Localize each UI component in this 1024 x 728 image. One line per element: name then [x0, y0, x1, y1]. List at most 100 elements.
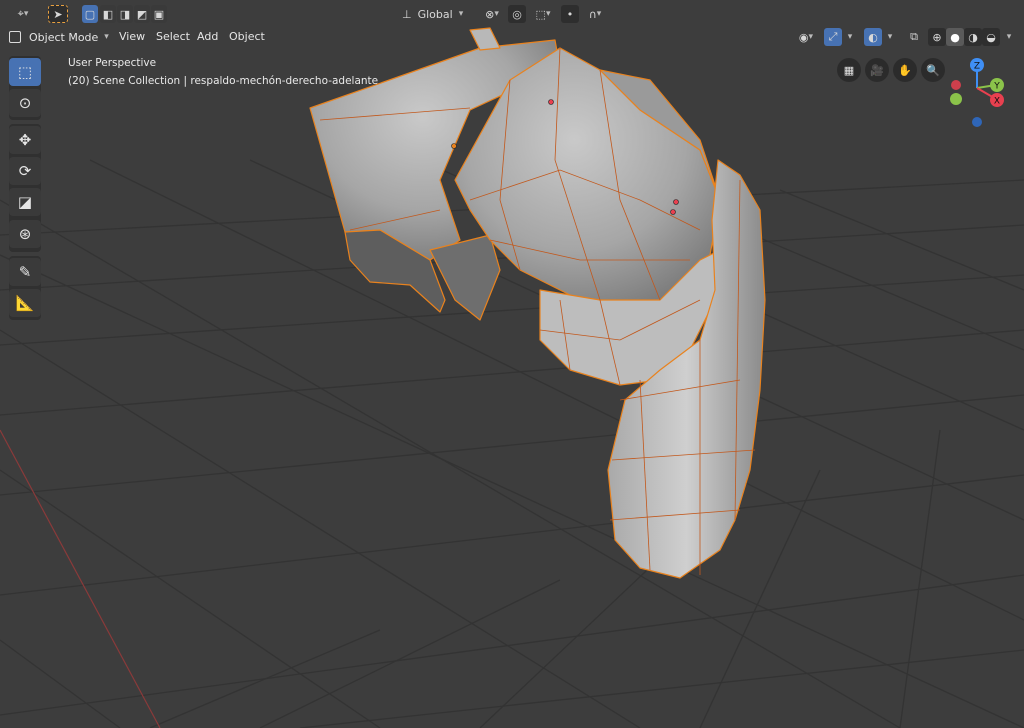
chevron-down-icon: ▾ [545, 9, 551, 19]
select-box-icon: ▢ [84, 7, 96, 21]
camera-view-button[interactable]: 🎥 [865, 58, 889, 82]
chevron-down-icon: ▾ [458, 9, 464, 19]
gizmo-z-label: Z [974, 62, 980, 72]
menu-add[interactable]: Add [197, 29, 218, 45]
menu-view[interactable]: View [119, 29, 145, 45]
gizmo-y-label: Y [993, 82, 1000, 92]
intersect-icon: ▣ [153, 7, 165, 21]
tool-annotate[interactable]: ✎ [9, 258, 41, 286]
grid-icon: ▦ [843, 63, 855, 77]
mode-label: Object Mode [29, 30, 99, 44]
tool-select-box[interactable]: ⬚ [9, 58, 41, 86]
pivot-icon: ⊗ [485, 7, 495, 21]
annotate-icon: ✎ [18, 263, 32, 281]
toggle-camera-grid-button[interactable]: ▦ [837, 58, 861, 82]
shading-material[interactable]: ◑ [964, 28, 982, 46]
overlays-icon: ◐ [868, 30, 878, 44]
chevron-down-icon: ▾ [847, 32, 853, 42]
overlays-dropdown[interactable]: ▾ [883, 28, 897, 46]
proportional-editing-toggle[interactable]: • [561, 5, 579, 23]
tool-rotate[interactable]: ⟳ [9, 157, 41, 185]
editor-type-button[interactable]: ⌖ ▾ [8, 5, 38, 23]
navigation-gizmo[interactable]: Z Y X [944, 55, 1014, 135]
chevron-down-icon: ▾ [494, 9, 499, 19]
transform-icon: ⊛ [18, 225, 32, 243]
falloff-dropdown[interactable]: ∩ ▾ [582, 5, 608, 23]
falloff-icon: ∩ [588, 7, 597, 21]
visibility-dropdown[interactable]: ◉ ▾ [792, 28, 820, 46]
invert-icon: ◩ [136, 7, 148, 21]
cursor-icon: ⊙ [18, 94, 32, 112]
chevron-down-icon: ▾ [104, 32, 109, 42]
tool-cursor[interactable]: ⊙ [9, 89, 41, 117]
zoom-view-button[interactable]: 🔍 [921, 58, 945, 82]
chevron-down-icon: ▾ [808, 32, 814, 42]
material-sphere-icon: ◑ [968, 30, 978, 44]
snap-toggle[interactable]: ◎ [508, 5, 526, 23]
subtract-icon: ◨ [119, 7, 131, 21]
mode-dropdown[interactable]: Object Mode ▾ [9, 28, 109, 46]
shading-dropdown[interactable]: ▾ [1002, 28, 1016, 46]
origin-dot [670, 209, 676, 215]
header-bar: ⌖ ▾ ➤ ▢ ◧ ◨ ◩ ▣ ⊥ Global ▾ ⊗ ▾ ◎ ⬚ ▾ • ∩ ▾ [0, 2, 1024, 26]
measure-icon: 📐 [15, 294, 35, 312]
hand-icon: ✋ [898, 63, 912, 77]
select-mode-intersect[interactable]: ▣ [151, 5, 167, 23]
tool-move[interactable]: ✥ [9, 126, 41, 154]
chevron-down-icon: ▾ [1006, 32, 1012, 42]
shading-wireframe[interactable]: ⊕ [928, 28, 946, 46]
gizmo-toggle[interactable]: ⤢ [824, 28, 842, 46]
chevron-down-icon: ▾ [887, 32, 893, 42]
view-perspective-label: User Perspective [68, 57, 157, 69]
pivot-point-dropdown[interactable]: ⊗ ▾ [478, 5, 506, 23]
viewport-3d[interactable] [0, 0, 1024, 728]
rotate-icon: ⟳ [18, 162, 32, 180]
gizmo-x-label: X [994, 97, 1000, 107]
xray-icon: ⧉ [910, 30, 918, 43]
origin-dot [673, 199, 679, 205]
proportional-icon: • [566, 7, 574, 21]
object-mode-icon [9, 31, 21, 43]
snap-icon: ◎ [512, 7, 522, 21]
gizmo-neg-y-axis[interactable] [951, 80, 961, 90]
scene-collection-label: (20) Scene Collection | respaldo-mechón-… [68, 75, 379, 87]
tweak-tool-button[interactable]: ➤ [48, 5, 68, 23]
xray-toggle[interactable]: ⧉ [905, 28, 923, 46]
snap-target-dropdown[interactable]: ⬚ ▾ [530, 5, 556, 23]
select-mode-new[interactable]: ▢ [82, 5, 98, 23]
chevron-down-icon: ▾ [23, 9, 29, 19]
tool-transform[interactable]: ⊛ [9, 220, 41, 248]
orientation-icon: ⊥ [402, 7, 412, 21]
scale-icon: ◪ [17, 193, 33, 211]
rendered-sphere-icon: ◒ [986, 30, 996, 44]
gizmo-icon: ⤢ [828, 30, 838, 43]
shading-solid[interactable]: ● [946, 28, 964, 46]
cube-icon: ⬚ [535, 7, 546, 21]
gizmo-dropdown[interactable]: ▾ [843, 28, 857, 46]
gizmo-neg-x-axis[interactable] [950, 93, 962, 105]
orientation-label: Global [417, 7, 453, 21]
tool-scale[interactable]: ◪ [9, 188, 41, 216]
select-mode-extend[interactable]: ◧ [100, 5, 116, 23]
origin-dot [451, 143, 457, 149]
menu-object[interactable]: Object [229, 29, 265, 45]
selected-mesh[interactable] [309, 27, 766, 579]
overlays-toggle[interactable]: ◐ [864, 28, 882, 46]
solid-sphere-icon: ● [950, 30, 960, 44]
gizmo-neg-z-axis[interactable] [972, 117, 982, 127]
zoom-icon: 🔍 [926, 63, 940, 77]
tool-measure[interactable]: 📐 [9, 289, 41, 317]
camera-icon: 🎥 [870, 63, 884, 77]
shading-rendered[interactable]: ◒ [982, 28, 1000, 46]
transform-orientation-dropdown[interactable]: ⊥ Global ▾ [398, 5, 470, 23]
menu-select[interactable]: Select [156, 29, 190, 45]
wireframe-sphere-icon: ⊕ [932, 30, 942, 44]
eye-icon: ◉ [798, 30, 809, 44]
cursor-icon: ➤ [53, 7, 63, 21]
select-mode-invert[interactable]: ◩ [134, 5, 150, 23]
origin-dot [548, 99, 554, 105]
extend-icon: ◧ [102, 7, 114, 21]
chevron-down-icon: ▾ [596, 9, 602, 19]
pan-view-button[interactable]: ✋ [893, 58, 917, 82]
select-mode-subtract[interactable]: ◨ [117, 5, 133, 23]
